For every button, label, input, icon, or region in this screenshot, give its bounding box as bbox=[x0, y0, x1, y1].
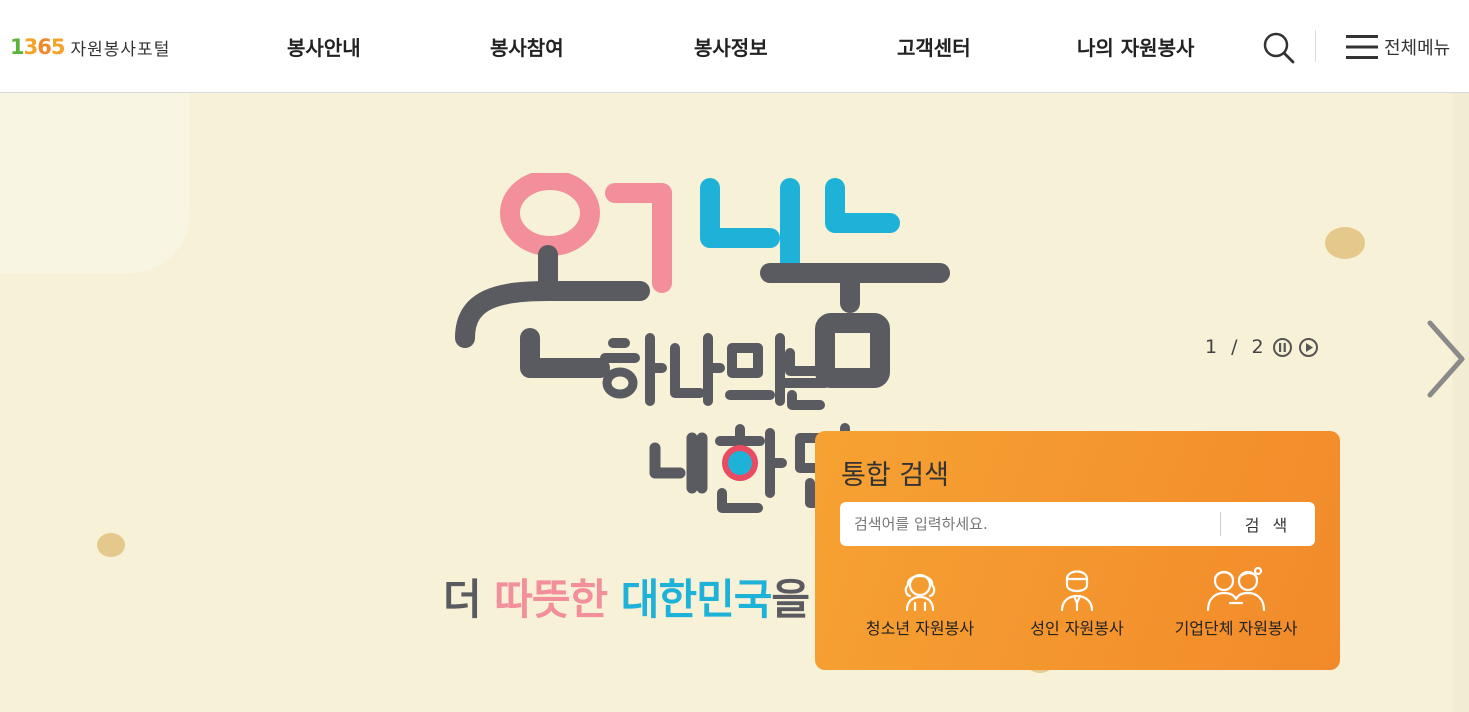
slogan-part: 대한민국 bbox=[607, 575, 773, 624]
category-youth[interactable]: 청소년 자원봉사 bbox=[835, 565, 1005, 645]
hero-banner: 더 따뜻한 대한민국을 만듭니다! 1 / 2 통합 검색 검 색 bbox=[0, 93, 1469, 712]
nav-item-info[interactable]: 봉사정보 bbox=[694, 32, 768, 61]
hero-decoration bbox=[0, 93, 190, 273]
search-panel-title: 통합 검색 bbox=[841, 460, 949, 491]
slide-separator: / bbox=[1231, 336, 1238, 358]
slogan-part: 더 bbox=[443, 575, 495, 624]
nav-item-support[interactable]: 고객센터 bbox=[897, 32, 971, 61]
play-icon[interactable] bbox=[1298, 337, 1318, 357]
slide-current: 1 bbox=[1205, 336, 1218, 358]
youth-icon bbox=[904, 573, 936, 611]
decoration-dot bbox=[1325, 227, 1365, 259]
decoration-dot bbox=[97, 533, 125, 557]
slogan-part: 따뜻한 bbox=[494, 575, 608, 624]
category-youth-label: 청소년 자원봉사 bbox=[865, 619, 975, 638]
all-menu-label: 전체메뉴 bbox=[1384, 38, 1451, 59]
group-icon bbox=[1206, 566, 1266, 611]
logo-text: 자원봉사포털 bbox=[70, 39, 171, 60]
hamburger-icon bbox=[1346, 35, 1378, 59]
category-adult[interactable]: 성인 자원봉사 bbox=[992, 565, 1162, 645]
header-divider bbox=[1315, 30, 1316, 62]
search-button[interactable]: 검 색 bbox=[1221, 502, 1315, 546]
site-logo[interactable]: 1365 자원봉사포털 bbox=[10, 33, 170, 61]
logo-number: 1365 bbox=[10, 35, 65, 59]
category-adult-label: 성인 자원봉사 bbox=[1030, 619, 1124, 638]
search-box: 검 색 bbox=[840, 502, 1315, 546]
nav-item-participate[interactable]: 봉사참여 bbox=[490, 32, 564, 61]
category-group[interactable]: 기업단체 자원봉사 bbox=[1151, 565, 1321, 645]
category-group-label: 기업단체 자원봉사 bbox=[1174, 619, 1298, 638]
search-input[interactable] bbox=[840, 502, 1220, 546]
slide-total: 2 bbox=[1251, 336, 1264, 358]
slider-pager: 1 / 2 bbox=[1205, 333, 1318, 361]
integrated-search-panel: 통합 검색 검 색 청소년 자원봉사 bbox=[815, 431, 1340, 670]
nav-item-my-volunteer[interactable]: 나의 자원봉사 bbox=[1077, 32, 1194, 61]
pause-icon[interactable] bbox=[1272, 337, 1292, 357]
next-slide-peek bbox=[1453, 93, 1469, 712]
nav-item-guide[interactable]: 봉사안내 bbox=[287, 32, 361, 61]
adult-icon bbox=[1060, 570, 1094, 611]
all-menu-button[interactable]: 전체메뉴 bbox=[1346, 31, 1450, 63]
site-header: 1365 자원봉사포털 봉사안내 봉사참여 봉사정보 고객센터 나의 자원봉사 … bbox=[0, 0, 1469, 93]
chevron-right-icon[interactable] bbox=[1422, 319, 1466, 399]
search-icon[interactable] bbox=[1260, 29, 1298, 67]
